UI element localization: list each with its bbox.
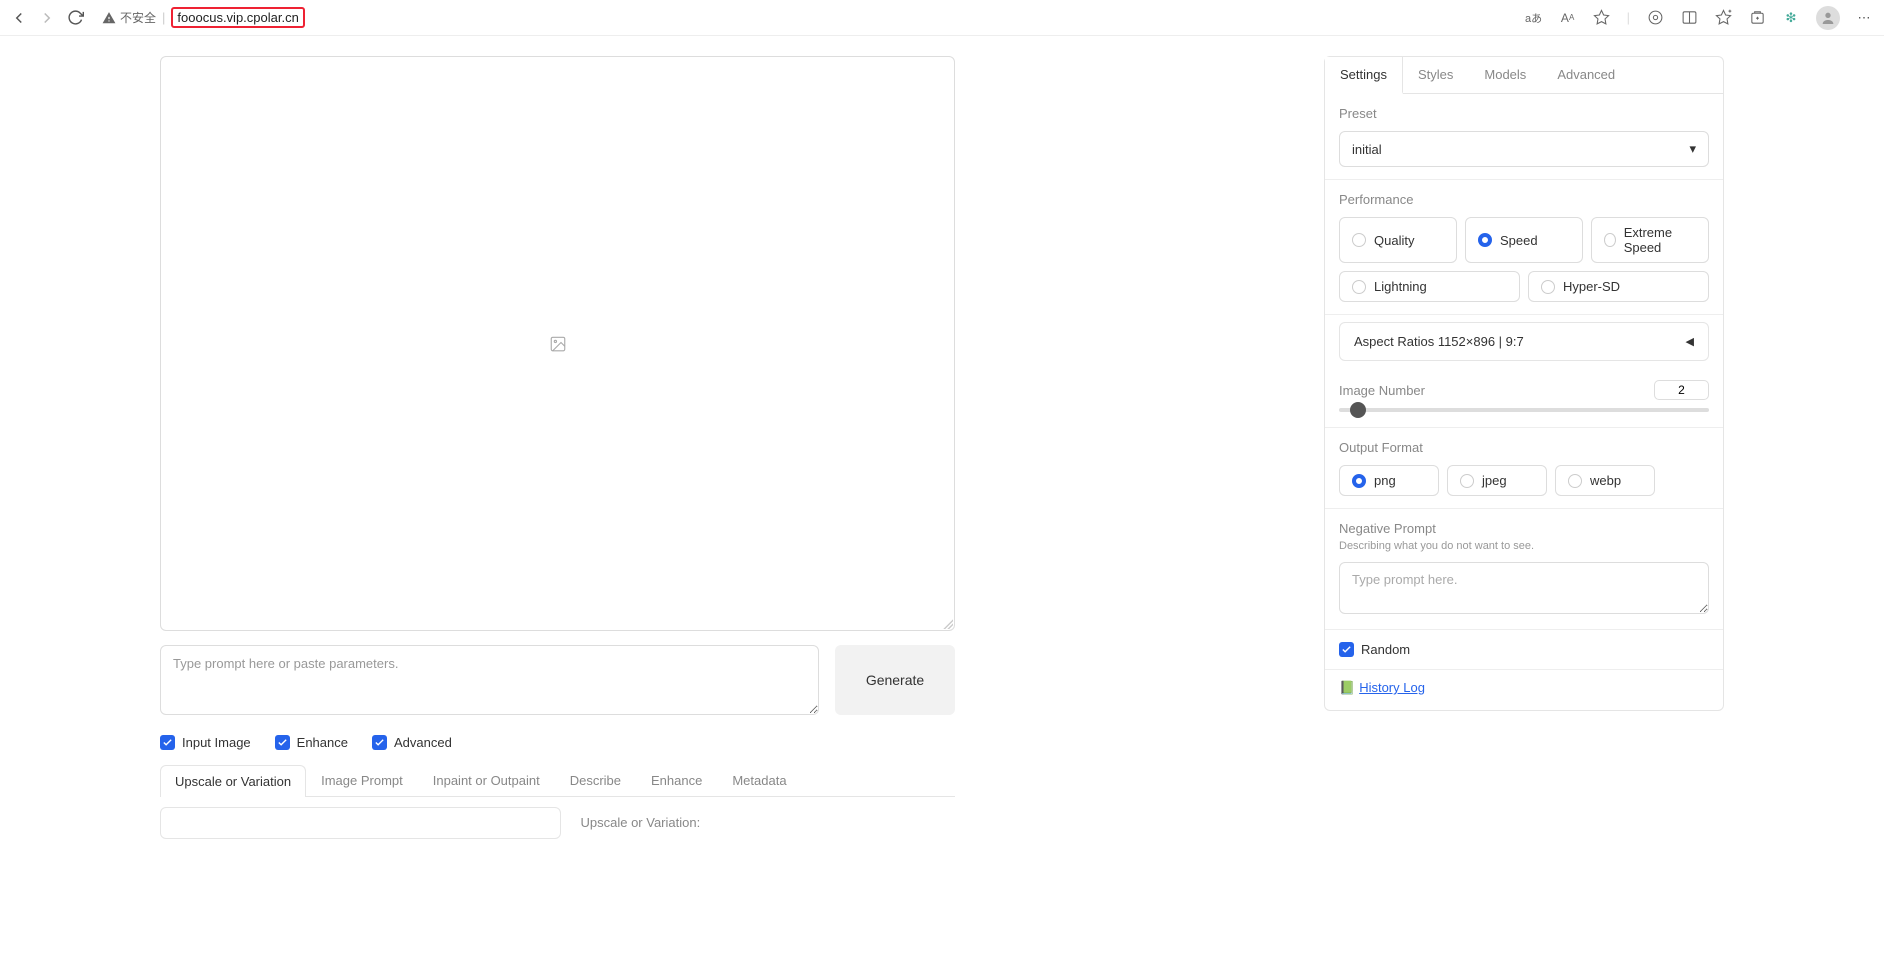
leaf-icon[interactable]: ❇ (1782, 9, 1800, 27)
negative-prompt-desc: Describing what you do not want to see. (1339, 540, 1709, 552)
random-checkbox[interactable]: Random (1339, 642, 1709, 657)
extension-icon[interactable] (1646, 9, 1664, 27)
image-number-input[interactable] (1654, 380, 1709, 400)
image-number-slider[interactable] (1339, 408, 1709, 412)
performance-option-hyper-sd[interactable]: Hyper-SD (1528, 271, 1709, 302)
format-option-png[interactable]: png (1339, 465, 1439, 496)
upscale-label-box: Upscale or Variation: (581, 807, 956, 839)
performance-option-extreme-speed[interactable]: Extreme Speed (1591, 217, 1709, 263)
advanced-checkbox[interactable]: Advanced (372, 735, 452, 750)
random-label: Random (1361, 642, 1410, 657)
generate-button[interactable]: Generate (835, 645, 955, 715)
preset-label: Preset (1339, 106, 1709, 121)
enhance-label: Enhance (297, 735, 348, 750)
subtab-inpaint[interactable]: Inpaint or Outpaint (418, 764, 555, 796)
preset-value: initial (1352, 142, 1382, 157)
image-subtabs: Upscale or Variation Image Prompt Inpain… (160, 764, 955, 797)
tab-styles[interactable]: Styles (1403, 57, 1469, 93)
tab-settings[interactable]: Settings (1325, 57, 1403, 94)
profile-avatar[interactable] (1816, 6, 1840, 30)
url-text: fooocus.vip.cpolar.cn (171, 7, 304, 28)
format-option-jpeg[interactable]: jpeg (1447, 465, 1547, 496)
subtab-describe[interactable]: Describe (555, 764, 636, 796)
star-icon[interactable] (1593, 9, 1611, 27)
split-icon[interactable] (1680, 9, 1698, 27)
insecure-badge: 不安全 (102, 9, 156, 26)
input-image-label: Input Image (182, 735, 251, 750)
subtab-enhance[interactable]: Enhance (636, 764, 717, 796)
caret-down-icon: ▾ (1689, 141, 1696, 157)
preset-select[interactable]: initial ▾ (1339, 131, 1709, 167)
settings-panel: Settings Styles Models Advanced Preset i… (1324, 56, 1724, 711)
address-bar[interactable]: 不安全 | fooocus.vip.cpolar.cn (94, 3, 1515, 32)
prompt-input[interactable] (160, 645, 819, 715)
insecure-label: 不安全 (120, 9, 156, 26)
aspect-label: Aspect Ratios 1152×896 | 9:7 (1354, 334, 1524, 349)
output-canvas[interactable] (160, 56, 955, 631)
collapse-arrow-icon: ◀ (1686, 335, 1694, 348)
advanced-label: Advanced (394, 735, 452, 750)
aspect-ratio-row[interactable]: Aspect Ratios 1152×896 | 9:7 ◀ (1339, 322, 1709, 361)
negative-prompt-input[interactable] (1339, 562, 1709, 614)
tab-advanced[interactable]: Advanced (1542, 57, 1631, 93)
favorites-icon[interactable] (1714, 9, 1732, 27)
text-size-icon[interactable]: AA (1559, 9, 1577, 27)
history-log-link[interactable]: History Log (1359, 680, 1425, 695)
subtab-image-prompt[interactable]: Image Prompt (306, 764, 418, 796)
subtab-metadata[interactable]: Metadata (717, 764, 801, 796)
browser-toolbar: 不安全 | fooocus.vip.cpolar.cn aあ AA | ❇ ⋯ (0, 0, 1884, 36)
input-image-checkbox[interactable]: Input Image (160, 735, 251, 750)
image-number-label: Image Number (1339, 383, 1425, 398)
negative-prompt-label: Negative Prompt (1339, 521, 1709, 536)
back-button[interactable] (10, 9, 28, 27)
tab-models[interactable]: Models (1469, 57, 1542, 93)
image-placeholder-icon (549, 335, 567, 353)
format-option-webp[interactable]: webp (1555, 465, 1655, 496)
performance-option-lightning[interactable]: Lightning (1339, 271, 1520, 302)
upscale-dropzone[interactable] (160, 807, 561, 839)
output-format-label: Output Format (1339, 440, 1709, 455)
subtab-upscale[interactable]: Upscale or Variation (160, 765, 306, 797)
performance-option-speed[interactable]: Speed (1465, 217, 1583, 263)
refresh-button[interactable] (66, 9, 84, 27)
book-icon: 📗 (1339, 680, 1355, 695)
performance-option-quality[interactable]: Quality (1339, 217, 1457, 263)
forward-button[interactable] (38, 9, 56, 27)
translate-icon[interactable]: aあ (1525, 9, 1543, 27)
performance-label: Performance (1339, 192, 1709, 207)
collections-icon[interactable] (1748, 9, 1766, 27)
more-icon[interactable]: ⋯ (1856, 9, 1874, 27)
enhance-checkbox[interactable]: Enhance (275, 735, 348, 750)
